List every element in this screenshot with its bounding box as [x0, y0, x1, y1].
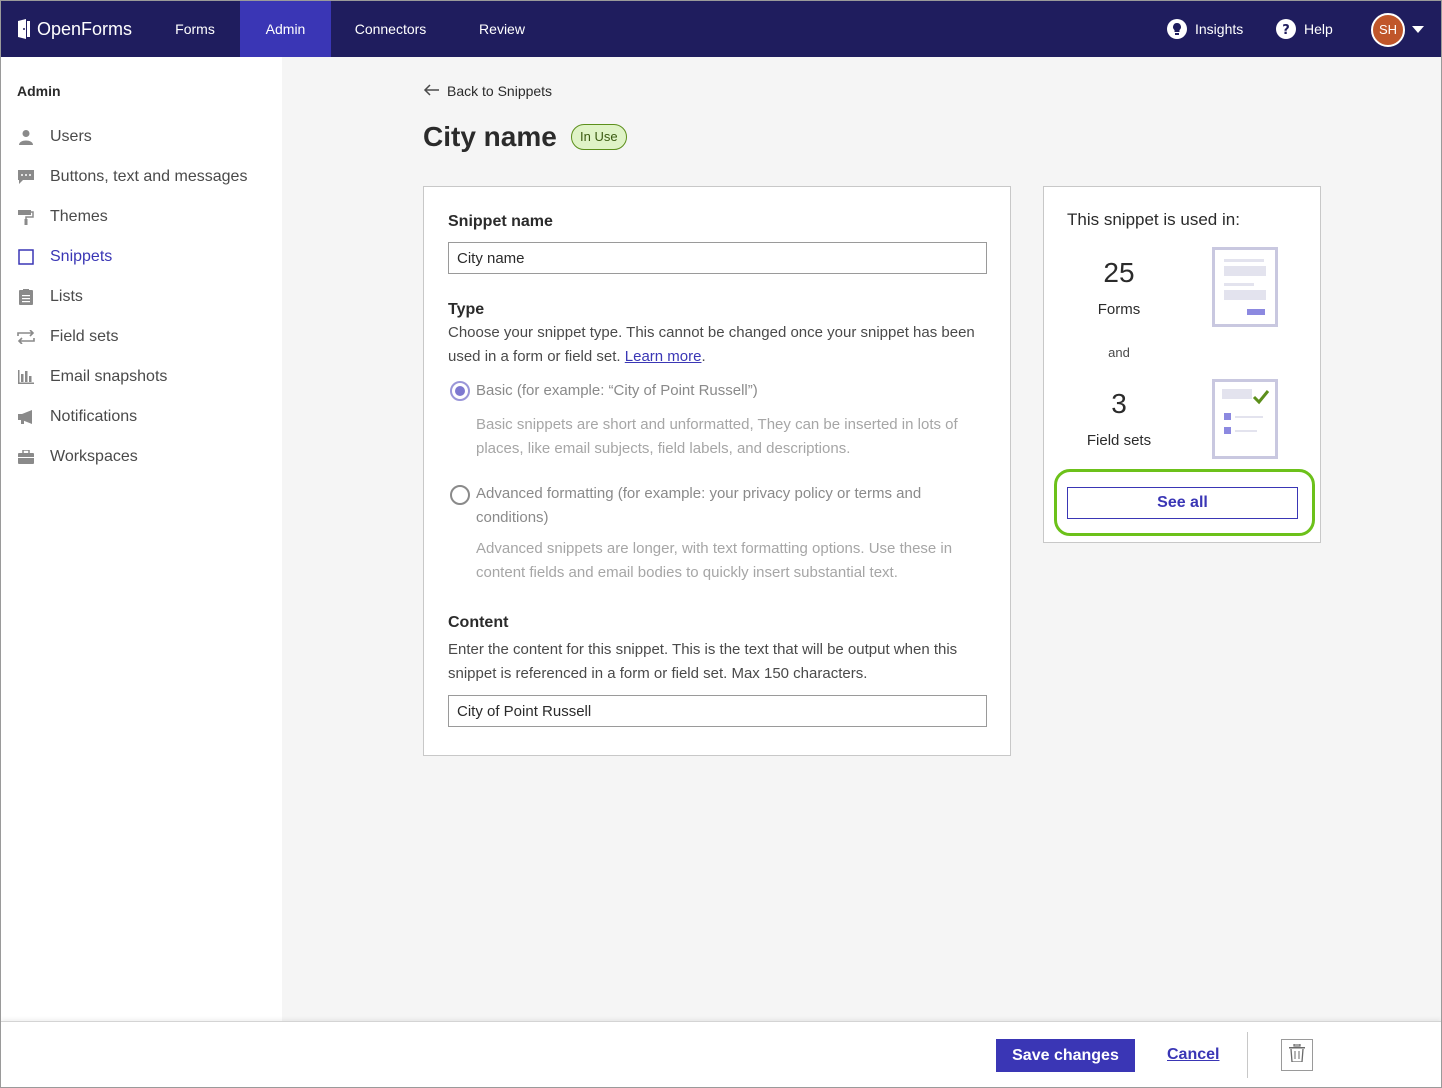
sidebar-item-label: Themes — [50, 208, 108, 225]
snippet-form-card: Snippet name Type Choose your snippet ty… — [423, 186, 1011, 756]
nav-admin[interactable]: Admin — [240, 1, 331, 57]
type-help-text: Choose your snippet type. This cannot be… — [448, 321, 988, 369]
sidebar-item-label: Notifications — [50, 408, 138, 425]
app-window: OpenForms Forms Admin Connectors Review … — [0, 0, 1442, 1088]
back-to-snippets-link[interactable]: Back to Snippets — [423, 83, 552, 99]
page-title: City name — [423, 121, 557, 152]
user-icon — [17, 128, 35, 146]
status-badge: In Use — [571, 124, 627, 150]
snippet-usage-card: This snippet is used in: 25 Forms and 3 … — [1043, 186, 1321, 543]
cancel-link[interactable]: Cancel — [1167, 1046, 1219, 1064]
openforms-logo-icon — [17, 19, 31, 39]
fieldsets-count-label: Field sets — [1086, 432, 1152, 449]
fieldsets-count: 3 — [1111, 388, 1127, 419]
svg-text:?: ? — [1282, 23, 1290, 38]
chevron-down-icon[interactable] — [1412, 26, 1424, 33]
sidebar-item-notifications[interactable]: Notifications — [17, 405, 277, 429]
type-label: Type — [448, 301, 485, 318]
snippet-name-input[interactable] — [448, 242, 987, 274]
paint-roller-icon — [17, 208, 35, 226]
app-logo[interactable]: OpenForms — [17, 17, 132, 41]
footer-action-bar: Save changes Cancel — [1, 1021, 1441, 1087]
see-all-button[interactable]: See all — [1067, 487, 1298, 519]
radio-advanced-label[interactable]: Advanced formatting (for example: your p… — [476, 482, 936, 530]
nav-help-label: Help — [1304, 21, 1333, 37]
sidebar-item-workspaces[interactable]: Workspaces — [17, 445, 277, 469]
sidebar-item-lists[interactable]: Lists — [17, 285, 277, 309]
lightbulb-icon — [1167, 19, 1187, 39]
nav-insights[interactable]: Insights — [1167, 1, 1243, 57]
sidebar-item-field-sets[interactable]: Field sets — [17, 325, 277, 349]
and-label: and — [1108, 345, 1130, 360]
bar-chart-icon — [17, 368, 35, 386]
user-avatar[interactable]: SH — [1371, 13, 1405, 47]
square-icon — [17, 248, 35, 266]
delete-button[interactable] — [1281, 1039, 1313, 1071]
nav-forms[interactable]: Forms — [153, 1, 237, 57]
type-help-suffix: . — [701, 348, 706, 365]
sidebar-item-label: Lists — [50, 288, 83, 305]
sidebar: Admin Users Buttons, text and messages T… — [1, 57, 282, 1021]
radio-advanced[interactable] — [450, 485, 470, 505]
sidebar-item-users[interactable]: Users — [17, 125, 277, 149]
nav-review[interactable]: Review — [463, 1, 541, 57]
nav-help[interactable]: ? Help — [1276, 1, 1333, 57]
content-input[interactable] — [448, 695, 987, 727]
sidebar-item-label: Snippets — [50, 248, 113, 265]
content-label: Content — [448, 614, 509, 631]
snippet-name-label: Snippet name — [448, 213, 553, 230]
sidebar-item-label: Buttons, text and messages — [50, 168, 248, 185]
arrow-left-icon — [423, 83, 439, 99]
content-help-text: Enter the content for this snippet. This… — [448, 641, 958, 682]
megaphone-icon — [17, 408, 35, 426]
sidebar-item-label: Field sets — [50, 328, 119, 345]
form-preview-icon — [1212, 247, 1278, 327]
forms-count-label: Forms — [1097, 301, 1141, 318]
footer-divider — [1247, 1032, 1248, 1078]
app-name: OpenForms — [37, 18, 133, 39]
radio-basic[interactable] — [450, 381, 470, 401]
nav-insights-label: Insights — [1195, 21, 1244, 37]
sidebar-item-themes[interactable]: Themes — [17, 205, 277, 229]
save-changes-button[interactable]: Save changes — [996, 1039, 1135, 1072]
sidebar-title: Admin — [17, 83, 61, 99]
sidebar-item-label: Users — [50, 128, 92, 145]
briefcase-icon — [17, 448, 35, 466]
forms-count: 25 — [1103, 257, 1135, 288]
question-mark-icon: ? — [1276, 19, 1296, 39]
learn-more-link[interactable]: Learn more — [625, 348, 702, 365]
sidebar-item-snippets[interactable]: Snippets — [17, 245, 277, 269]
speech-bubble-icon — [17, 168, 35, 186]
usage-title: This snippet is used in: — [1067, 210, 1240, 229]
sidebar-item-buttons-text-messages[interactable]: Buttons, text and messages — [17, 165, 277, 189]
back-link-label: Back to Snippets — [447, 83, 553, 99]
sidebar-item-email-snapshots[interactable]: Email snapshots — [17, 365, 277, 389]
sidebar-item-label: Email snapshots — [50, 368, 168, 385]
fieldset-preview-icon — [1212, 379, 1278, 459]
repeat-arrows-icon — [17, 328, 35, 346]
nav-connectors[interactable]: Connectors — [339, 1, 442, 57]
radio-basic-description: Basic snippets are short and unformatted… — [476, 416, 958, 457]
trash-icon — [1289, 1042, 1305, 1067]
sidebar-item-label: Workspaces — [50, 448, 138, 465]
clipboard-list-icon — [17, 288, 35, 306]
radio-basic-label[interactable]: Basic (for example: “City of Point Russe… — [476, 379, 956, 403]
radio-advanced-description: Advanced snippets are longer, with text … — [476, 540, 953, 581]
top-navigation: OpenForms Forms Admin Connectors Review … — [1, 1, 1441, 57]
type-help-body: Choose your snippet type. This cannot be… — [448, 324, 975, 365]
